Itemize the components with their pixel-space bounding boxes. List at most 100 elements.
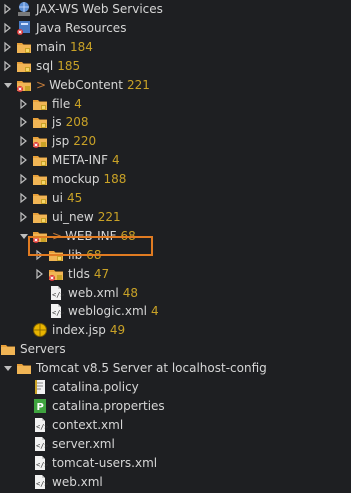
collapsed-arrow-icon[interactable]: [19, 211, 29, 223]
tree-item-label: server.xml: [52, 436, 115, 452]
tree-row[interactable]: JAX-WS Web Services: [0, 0, 351, 18]
tree-item-label: js 208: [52, 114, 89, 130]
revision-count: 188: [103, 172, 127, 187]
tree-row[interactable]: </> tomcat-users.xml: [0, 454, 351, 472]
ws-icon: [16, 1, 32, 17]
collapsed-arrow-icon[interactable]: [19, 135, 29, 147]
item-name: Servers: [20, 342, 66, 357]
tree-item-label: ui_new 221: [52, 209, 121, 225]
collapsed-arrow-icon[interactable]: [3, 22, 13, 34]
tree-row[interactable]: </> server.xml: [0, 435, 351, 453]
tree-row[interactable]: file 4: [0, 95, 351, 113]
item-name: mockup: [52, 172, 100, 187]
item-name: catalina.properties: [52, 398, 165, 413]
svg-text:P: P: [37, 402, 44, 413]
props-icon: P: [32, 398, 48, 414]
tree-row[interactable]: Pcatalina.properties: [0, 397, 351, 415]
collapsed-arrow-icon[interactable]: [3, 3, 13, 15]
tree-item-label: file 4: [52, 96, 82, 112]
folder-err-icon: [32, 133, 48, 149]
svg-text:</>: </>: [36, 442, 48, 450]
tree-row[interactable]: catalina.policy: [0, 378, 351, 396]
item-name: web.xml: [52, 474, 103, 489]
highlight-box: [28, 236, 153, 256]
revision-count: 221: [126, 77, 150, 92]
folder-plain-icon: [0, 341, 16, 357]
jres-icon: [16, 20, 32, 36]
collapsed-arrow-icon[interactable]: [19, 192, 29, 204]
folder-pkg-icon: [32, 96, 48, 112]
tree-item-label: web.xml 48: [68, 285, 138, 301]
revision-count: 49: [109, 323, 126, 338]
tree-row[interactable]: META-INF 4: [0, 151, 351, 169]
folder-pkg-icon: [32, 114, 48, 130]
svg-text:</>: </>: [52, 309, 64, 317]
item-name: weblogic.xml: [68, 304, 147, 319]
tree-row[interactable]: Java Resources: [0, 19, 351, 37]
svg-text:</>: </>: [36, 423, 48, 431]
tree-row[interactable]: main 184: [0, 38, 351, 56]
item-name: tlds: [68, 266, 90, 281]
collapsed-arrow-icon[interactable]: [35, 268, 45, 280]
tree-row[interactable]: jsp 220: [0, 132, 351, 150]
item-name: main: [36, 39, 66, 54]
item-name: ui: [52, 191, 63, 205]
xml-icon: </>: [32, 474, 49, 490]
item-name: Tomcat v8.5 Server at localhost-config: [36, 361, 267, 376]
tree-row[interactable]: index.jsp 49: [0, 321, 351, 339]
dirty-marker: >: [36, 77, 47, 92]
collapsed-arrow-icon[interactable]: [19, 154, 29, 166]
folder-err-icon: [16, 77, 32, 93]
expanded-arrow-icon[interactable]: [3, 362, 13, 374]
tree-row[interactable]: js 208: [0, 113, 351, 131]
revision-count: 48: [122, 285, 139, 300]
tree-row[interactable]: ui_new 221: [0, 208, 351, 226]
collapsed-arrow-icon[interactable]: [19, 116, 29, 128]
revision-count: 47: [93, 266, 110, 281]
tree-item-label: catalina.properties: [52, 398, 165, 414]
tree-row[interactable]: </> context.xml: [0, 416, 351, 434]
item-name: ui_new: [52, 209, 94, 224]
tree-row[interactable]: sql 185: [0, 57, 351, 75]
tree-item-label: Tomcat v8.5 Server at localhost-config: [36, 360, 267, 376]
tree-row[interactable]: > WebContent 221: [0, 76, 351, 94]
tree-row[interactable]: mockup 188: [0, 170, 351, 188]
tree-row[interactable]: Tomcat v8.5 Server at localhost-config: [0, 359, 351, 377]
tree-item-label: JAX-WS Web Services: [36, 1, 163, 17]
tree-row[interactable]: </> web.xml 48: [0, 284, 351, 302]
revision-count: 4: [150, 304, 159, 319]
collapsed-arrow-icon[interactable]: [19, 98, 29, 110]
tree-item-label: main 184: [36, 39, 93, 55]
jsp-icon: [32, 322, 48, 338]
policy-icon: [32, 379, 48, 395]
item-name: jsp: [52, 134, 70, 149]
folder-pkg-icon: [32, 209, 48, 225]
tree-item-label: catalina.policy: [52, 379, 139, 395]
tree-row[interactable]: ui 45: [0, 189, 351, 207]
tree-item-label: Java Resources: [36, 20, 126, 36]
item-name: catalina.policy: [52, 380, 139, 394]
item-name: tomcat-users.xml: [52, 455, 158, 470]
tree-row[interactable]: </> web.xml: [0, 473, 351, 491]
revision-count: 4: [74, 96, 82, 111]
item-name: server.xml: [52, 436, 115, 451]
folder-err-icon: [48, 266, 64, 282]
tree-row[interactable]: </> weblogic.xml 4: [0, 302, 351, 320]
revision-count: 221: [97, 209, 121, 224]
folder-pkg-icon: [32, 171, 48, 187]
item-name: js: [52, 115, 62, 130]
tree-row[interactable]: tlds 47: [0, 265, 351, 283]
folder-pkg-icon: [16, 39, 32, 55]
item-name: sql: [36, 58, 54, 73]
expanded-arrow-icon[interactable]: [3, 79, 13, 91]
item-name: META-INF: [52, 153, 109, 168]
svg-text:</>: </>: [36, 461, 48, 469]
tree-row[interactable]: Servers: [0, 340, 351, 358]
xml-icon: </>: [48, 303, 65, 319]
revision-count: 45: [66, 191, 83, 205]
item-name: context.xml: [52, 417, 124, 432]
collapsed-arrow-icon[interactable]: [19, 173, 29, 185]
folder-pkg-icon: [16, 58, 32, 74]
collapsed-arrow-icon[interactable]: [3, 60, 13, 72]
collapsed-arrow-icon[interactable]: [3, 41, 13, 53]
